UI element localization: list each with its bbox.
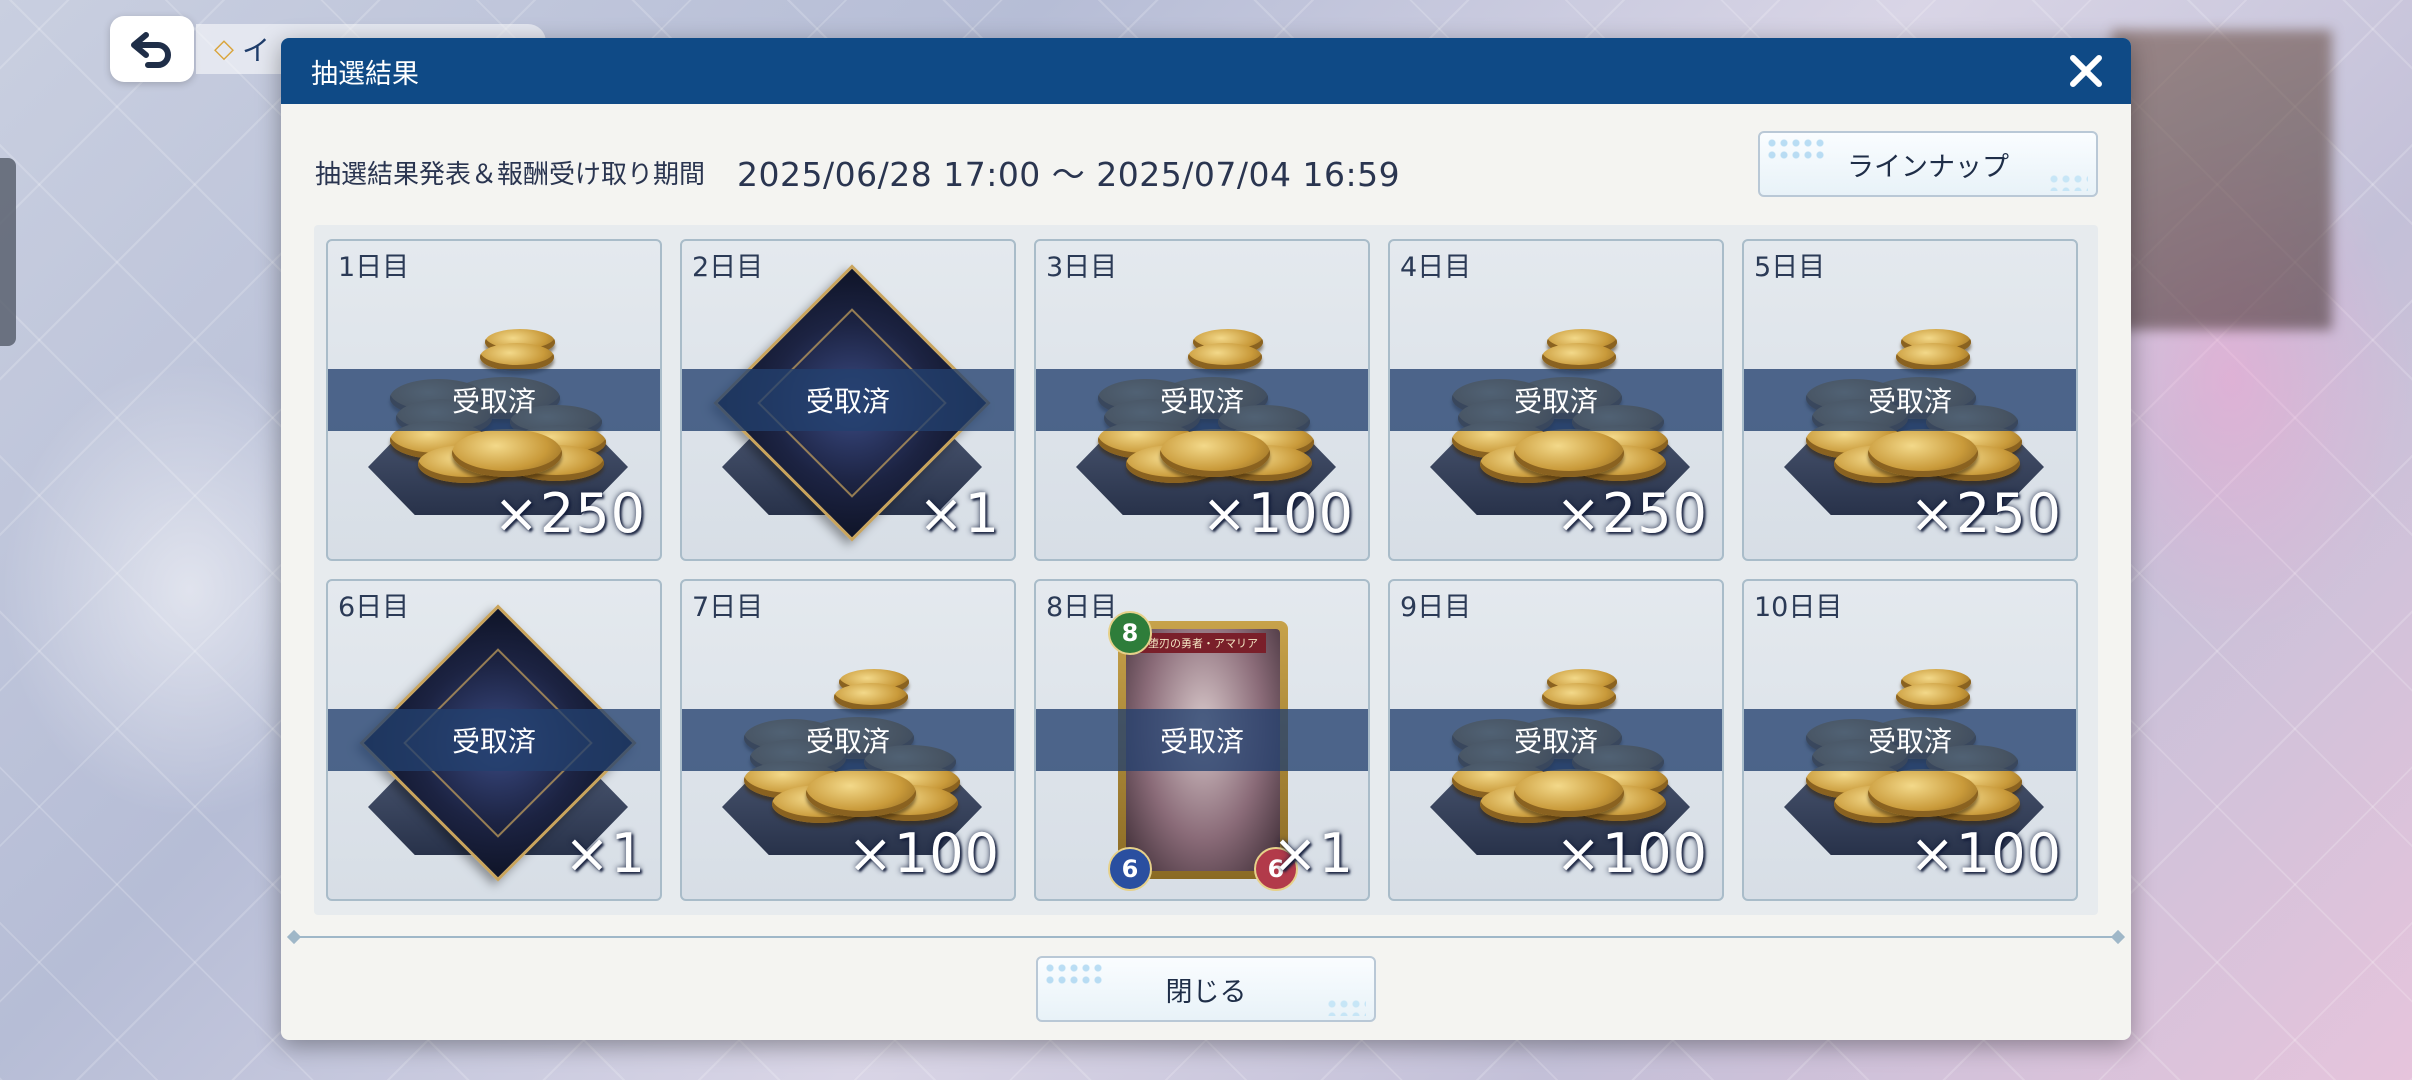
lineup-button[interactable]: ラインナップ [1758,131,2098,197]
top-menu-text: イ [242,34,271,67]
reward-quantity: ×100 [847,822,1000,885]
reward-cell[interactable]: 1日目受取済 ×250 [326,239,662,561]
close-x-icon [2070,55,2102,87]
reward-grid: 1日目 受取済 ×250 2日目 受取済 ×1 3日目 受取済 ×100 4日目 受取済 ×250 5日… [326,239,2086,901]
coin-icon [1188,343,1262,371]
reward-day-label: 8日目 [1046,592,1118,623]
coin-icon [1160,429,1270,477]
results-dialog: 抽選結果 抽選結果発表＆報酬受け取り期間 2025/06/28 17:00 ～ … [281,38,2131,1040]
divider [293,936,2119,938]
reward-cell[interactable]: 5日目受取済 ×250 [1742,239,2078,561]
close-dialog-button[interactable]: 閉じる [1036,956,1376,1022]
reward-quantity: ×1 [918,482,1000,545]
dialog-title: 抽選結果 [311,58,419,90]
diamond-icon: ◇ [214,34,234,64]
reward-cell[interactable]: 2日目受取済 ×1 [680,239,1016,561]
claimed-status: 受取済 [1036,709,1368,771]
claimed-status: 受取済 [328,709,660,771]
reward-grid-panel: 1日目 受取済 ×250 2日目 受取済 ×1 3日目 受取済 ×100 4日目 受取済 ×250 5日… [314,225,2098,915]
reward-quantity: ×100 [1909,822,2062,885]
reward-day-label: 7日目 [692,592,764,623]
coin-icon [1514,769,1624,817]
reward-quantity: ×1 [564,822,646,885]
reward-quantity: ×250 [493,482,646,545]
reward-cell[interactable]: 9日目受取済 ×100 [1388,579,1724,901]
card-attack: 6 [1108,847,1152,891]
reward-period: 抽選結果発表＆報酬受け取り期間 2025/06/28 17:00 ～ 2025/… [315,148,1400,196]
reward-day-label: 9日目 [1400,592,1472,623]
coin-icon [1542,683,1616,711]
reward-cell[interactable]: 6日目受取済 ×1 [326,579,662,901]
back-button[interactable] [110,16,194,82]
reward-day-label: 3日目 [1046,252,1118,283]
claimed-status: 受取済 [1390,709,1722,771]
coin-icon [1868,769,1978,817]
reward-quantity: ×100 [1201,482,1354,545]
coin-icon [1868,429,1978,477]
reward-quantity: ×250 [1555,482,1708,545]
claimed-status: 受取済 [1744,369,2076,431]
reward-day-label: 10日目 [1754,592,1843,623]
reward-day-label: 5日目 [1754,252,1826,283]
coin-icon [1542,343,1616,371]
coin-icon [452,429,562,477]
reward-cell[interactable]: 8日目 堕刃の勇者・アマリア 8 6 6 受取済 ×1 [1034,579,1370,901]
reward-cell[interactable]: 3日目受取済 ×100 [1034,239,1370,561]
close-button[interactable] [2063,48,2109,94]
reward-quantity: ×1 [1272,822,1354,885]
reward-quantity: ×250 [1909,482,2062,545]
back-arrow-icon [131,32,171,68]
claimed-status: 受取済 [1744,709,2076,771]
reward-quantity: ×100 [1555,822,1708,885]
coin-icon [1896,683,1970,711]
period-value: 2025/06/28 17:00 ～ 2025/07/04 16:59 [737,155,1401,194]
claimed-status: 受取済 [682,709,1014,771]
claimed-status: 受取済 [1036,369,1368,431]
reward-day-label: 4日目 [1400,252,1472,283]
claimed-status: 受取済 [682,369,1014,431]
coin-icon [834,683,908,711]
claimed-status: 受取済 [1390,369,1722,431]
reward-day-label: 1日目 [338,252,410,283]
coin-icon [1514,429,1624,477]
claimed-status: 受取済 [328,369,660,431]
period-label: 抽選結果発表＆報酬受け取り期間 [315,159,706,190]
reward-day-label: 2日目 [692,252,764,283]
lineup-button-label: ラインナップ [1847,151,2009,183]
coin-icon [806,769,916,817]
background-scene [2112,30,2332,330]
coin-icon [1896,343,1970,371]
card-name: 堕刃の勇者・アマリア [1140,633,1266,653]
reward-day-label: 6日目 [338,592,410,623]
reward-cell[interactable]: 10日目受取済 ×100 [1742,579,2078,901]
side-drawer-handle[interactable] [0,158,16,346]
reward-cell[interactable]: 4日目受取済 ×250 [1388,239,1724,561]
reward-cell[interactable]: 7日目受取済 ×100 [680,579,1016,901]
dialog-header: 抽選結果 [281,38,2131,104]
close-dialog-label: 閉じる [1165,976,1247,1008]
coin-icon [480,343,554,371]
